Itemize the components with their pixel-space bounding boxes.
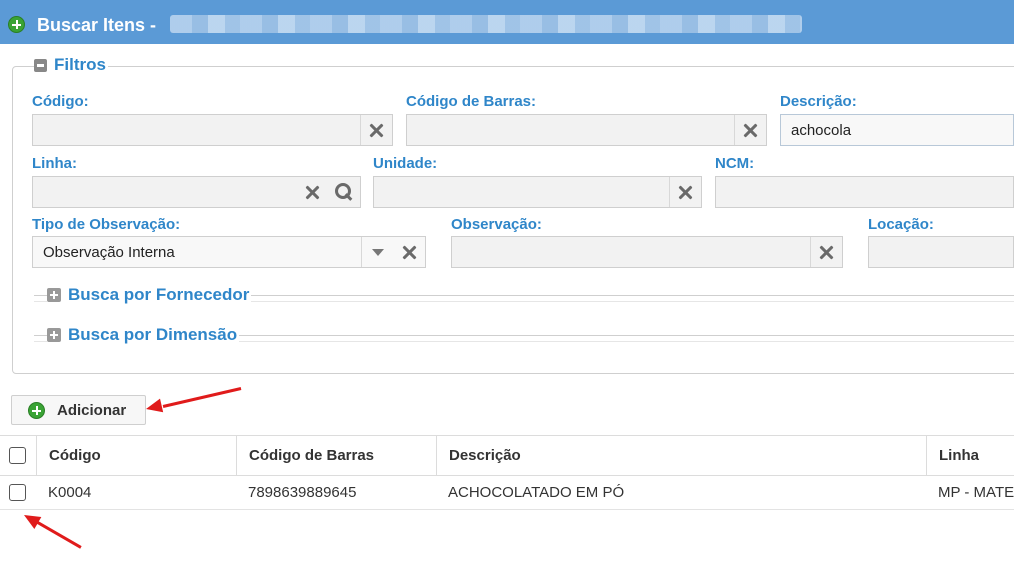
close-icon bbox=[370, 124, 383, 137]
close-icon bbox=[679, 186, 692, 199]
ncm-label: NCM: bbox=[715, 155, 755, 172]
ncm-field[interactable] bbox=[715, 176, 1014, 208]
column-header-descricao[interactable]: Descrição bbox=[436, 436, 926, 475]
locacao-field[interactable] bbox=[868, 236, 1014, 268]
tipo-observacao-label: Tipo de Observação: bbox=[32, 216, 181, 233]
tipo-observacao-value: Observação Interna bbox=[43, 244, 175, 261]
linha-field[interactable] bbox=[32, 176, 361, 208]
codigo-barras-label: Código de Barras: bbox=[406, 93, 537, 110]
busca-fornecedor-label: Busca por Fornecedor bbox=[68, 285, 250, 304]
observacao-clear-button[interactable] bbox=[810, 237, 842, 267]
observacao-label: Observação: bbox=[451, 216, 542, 233]
linha-label: Linha: bbox=[32, 155, 77, 172]
observacao-field[interactable] bbox=[451, 236, 843, 268]
add-circle-icon bbox=[8, 16, 25, 33]
cell-codigo-barras: 7898639889645 bbox=[248, 484, 357, 501]
collapse-icon[interactable] bbox=[34, 58, 47, 72]
busca-dimensao-header[interactable]: Busca por Dimensão bbox=[47, 325, 240, 345]
column-header-codigo-barras[interactable]: Código de Barras bbox=[236, 436, 436, 475]
linha-clear-button[interactable] bbox=[296, 177, 328, 207]
busca-fornecedor-group[interactable]: Busca por Fornecedor bbox=[34, 285, 1014, 305]
tipo-observacao-dropdown-button[interactable] bbox=[361, 237, 393, 267]
filters-legend[interactable]: Filtros bbox=[34, 55, 108, 75]
cell-descricao: ACHOCOLATADO EM PÓ bbox=[448, 484, 625, 501]
column-header-linha[interactable]: Linha bbox=[926, 436, 1014, 475]
unidade-field[interactable] bbox=[373, 176, 702, 208]
select-all-cell bbox=[0, 436, 36, 475]
select-all-checkbox[interactable] bbox=[9, 447, 26, 464]
codigo-barras-clear-button[interactable] bbox=[734, 115, 766, 145]
window-title: Buscar Itens - bbox=[37, 15, 157, 35]
row-select-cell bbox=[0, 476, 36, 509]
add-button-label: Adicionar bbox=[57, 401, 127, 419]
close-icon bbox=[306, 186, 319, 199]
expand-icon[interactable] bbox=[47, 328, 61, 342]
codigo-clear-button[interactable] bbox=[360, 115, 392, 145]
filters-legend-label: Filtros bbox=[54, 55, 106, 74]
unidade-label: Unidade: bbox=[373, 155, 438, 172]
add-button[interactable]: Adicionar bbox=[11, 395, 146, 425]
linha-search-button[interactable] bbox=[328, 177, 360, 207]
close-icon bbox=[403, 246, 416, 259]
close-icon bbox=[820, 246, 833, 259]
codigo-label: Código: bbox=[32, 93, 89, 110]
annotation-arrow-shaft bbox=[162, 387, 242, 408]
table-row[interactable]: K0004 7898639889645 ACHOCOLATADO EM PÓ M… bbox=[0, 476, 1014, 510]
cell-codigo: K0004 bbox=[48, 484, 92, 501]
annotation-arrow-head bbox=[20, 508, 42, 530]
busca-dimensao-group[interactable]: Busca por Dimensão bbox=[34, 325, 1014, 345]
descricao-field[interactable]: achocola bbox=[780, 114, 1014, 146]
add-circle-icon bbox=[28, 401, 45, 419]
search-icon bbox=[335, 183, 353, 201]
annotation-arrow-shaft bbox=[35, 520, 82, 549]
codigo-barras-field[interactable] bbox=[406, 114, 767, 146]
close-icon bbox=[744, 124, 757, 137]
window-titlebar: Buscar Itens - bbox=[0, 0, 1014, 44]
descricao-label: Descrição: bbox=[780, 93, 857, 110]
redacted-title-text bbox=[170, 15, 802, 33]
tipo-observacao-select[interactable]: Observação Interna bbox=[32, 236, 426, 268]
tipo-observacao-clear-button[interactable] bbox=[393, 237, 425, 267]
chevron-down-icon bbox=[371, 248, 384, 256]
busca-dimensao-label: Busca por Dimensão bbox=[68, 325, 238, 344]
unidade-clear-button[interactable] bbox=[669, 177, 701, 207]
expand-icon[interactable] bbox=[47, 288, 61, 302]
locacao-label: Locação: bbox=[868, 216, 934, 233]
descricao-value: achocola bbox=[791, 122, 852, 139]
table-header-row: Código Código de Barras Descrição Linha bbox=[0, 435, 1014, 476]
column-header-codigo[interactable]: Código bbox=[36, 436, 236, 475]
annotation-arrow-head bbox=[144, 398, 164, 416]
codigo-field[interactable] bbox=[32, 114, 393, 146]
busca-fornecedor-header[interactable]: Busca por Fornecedor bbox=[47, 285, 252, 305]
row-checkbox[interactable] bbox=[9, 484, 26, 501]
cell-linha: MP - MATE bbox=[938, 484, 1014, 501]
